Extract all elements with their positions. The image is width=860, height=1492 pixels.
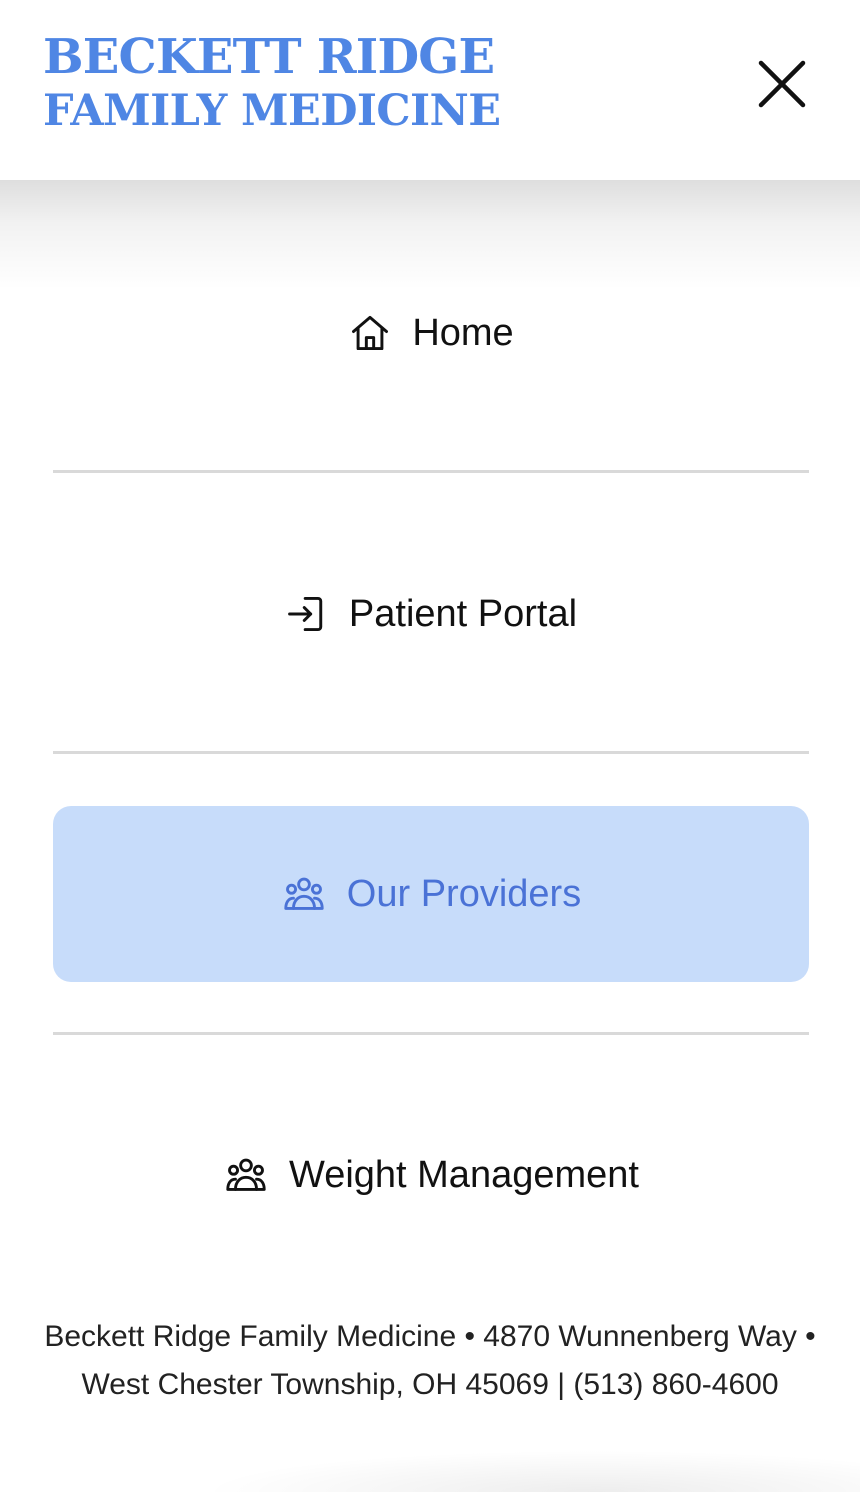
menu-item-patient-portal[interactable]: Patient Portal — [53, 526, 809, 702]
mobile-nav-page: BECKETT RIDGE FAMILY MEDICINE Home Patie… — [0, 0, 860, 1492]
logo-line-2: FAMILY MEDICINE — [43, 86, 501, 136]
menu-divider — [53, 470, 809, 473]
menu-item-label: Weight Management — [289, 1153, 639, 1196]
menu-item-weight-management[interactable]: Weight Management — [53, 1087, 809, 1263]
login-icon — [285, 592, 329, 636]
users-icon — [281, 871, 327, 917]
logo-line-1: BECKETT RIDGE — [43, 29, 495, 85]
menu-divider — [53, 1032, 809, 1035]
site-logo[interactable]: BECKETT RIDGE FAMILY MEDICINE — [43, 29, 501, 137]
header-shadow — [0, 180, 860, 290]
menu-item-label: Our Providers — [346, 872, 582, 915]
menu-divider — [53, 751, 809, 754]
users-icon — [223, 1152, 269, 1198]
menu-item-label: Home — [412, 311, 514, 354]
menu-item-label: Patient Portal — [348, 592, 578, 635]
home-icon — [348, 311, 392, 355]
menu-item-our-providers[interactable]: Our Providers — [53, 806, 809, 982]
footer-contact-info: Beckett Ridge Family Medicine • 4870 Wun… — [44, 1320, 816, 1401]
site-header: BECKETT RIDGE FAMILY MEDICINE — [0, 0, 860, 180]
close-icon — [758, 60, 806, 108]
bottom-fade — [200, 1450, 860, 1492]
close-menu-button[interactable] — [756, 58, 808, 110]
